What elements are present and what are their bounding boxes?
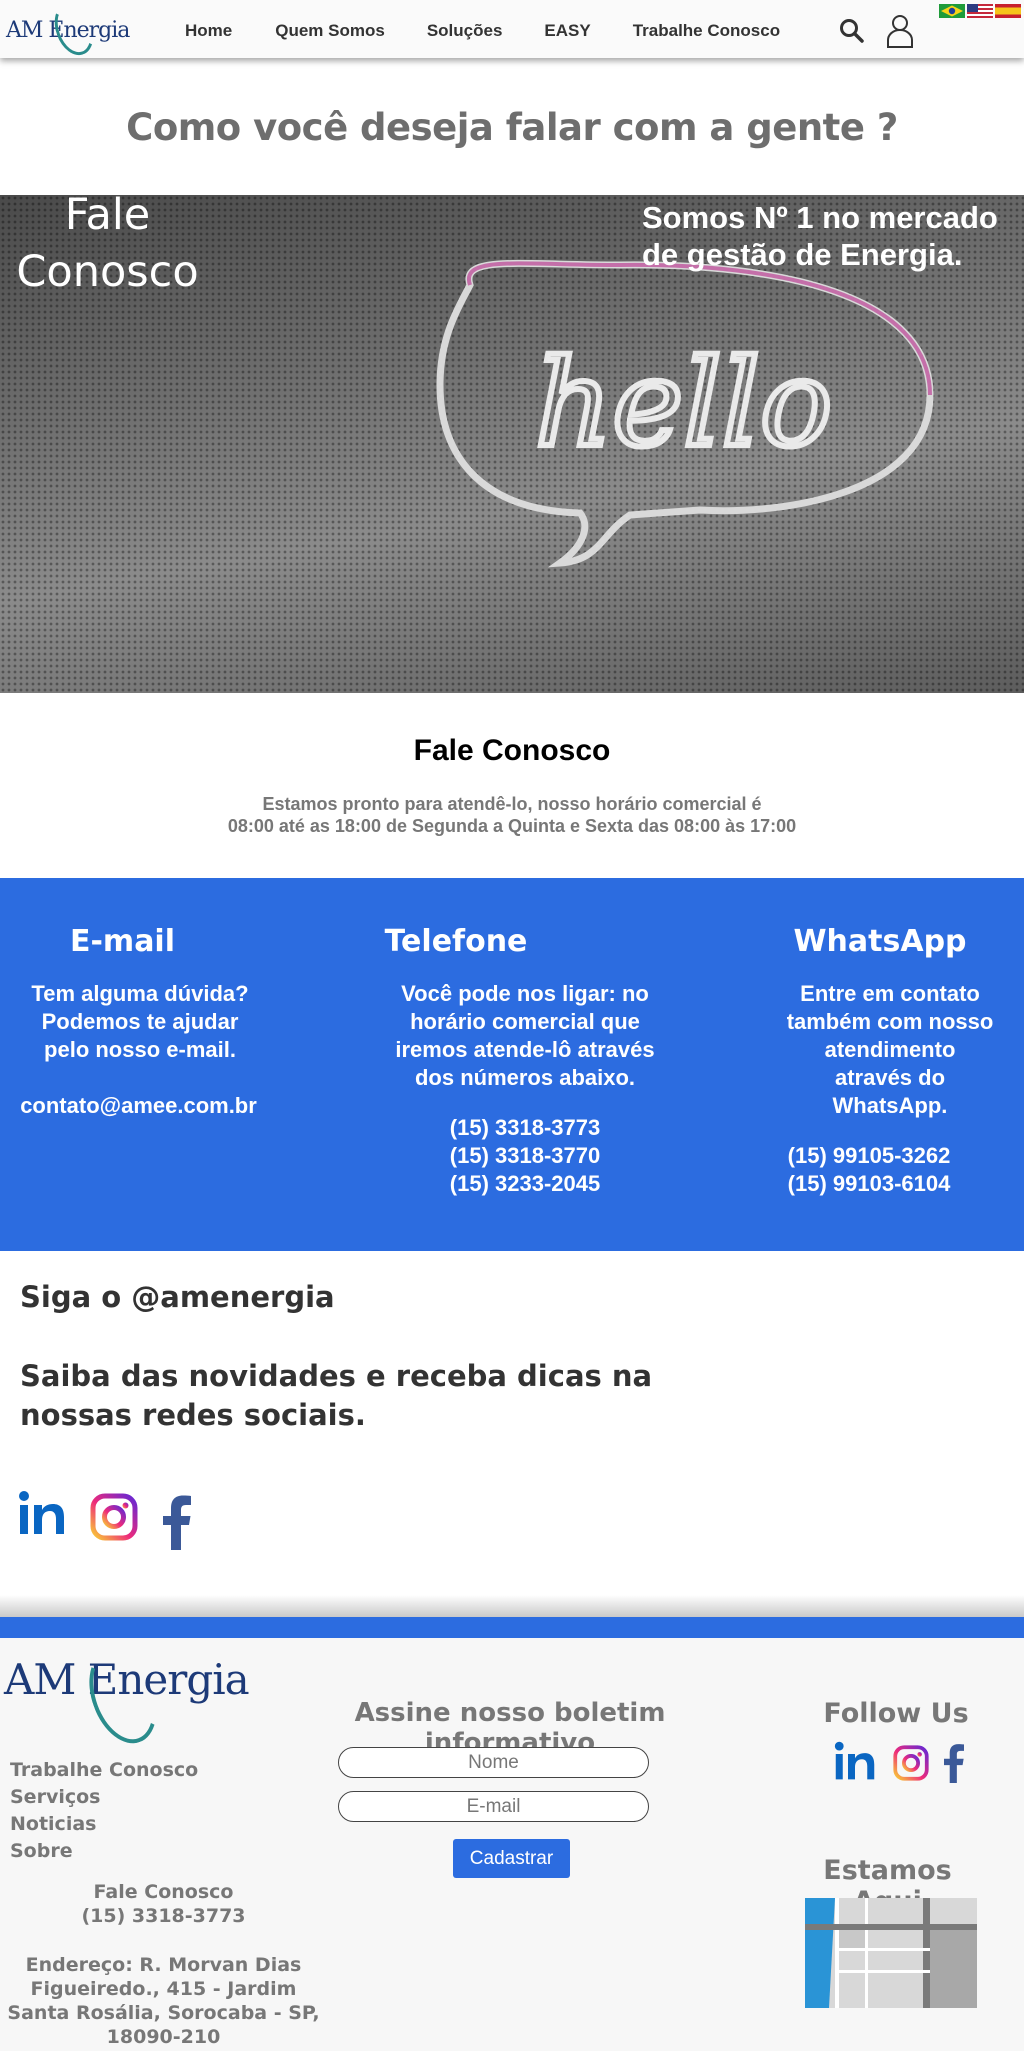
phone-number-3[interactable]: (15) 3233-2045 xyxy=(360,1170,690,1198)
linkedin-icon[interactable] xyxy=(18,1490,66,1541)
footer-accent-bar xyxy=(0,1617,1024,1638)
hero-left-title: Fale Conosco xyxy=(16,195,199,297)
phone-number-1[interactable]: (15) 3318-3773 xyxy=(360,1114,690,1142)
whatsapp-desc-1: Entre em contato xyxy=(800,981,980,1006)
social-handle: Siga o @amenergia xyxy=(20,1280,335,1314)
whatsapp-numbers: (15) 99105-3262 (15) 99103-6104 xyxy=(718,1142,1020,1198)
footer-contact: Fale Conosco (15) 3318-3773 xyxy=(0,1880,327,1928)
contact-hours: Estamos pronto para atendê-lo, nosso hor… xyxy=(0,793,1024,837)
footer-shadow xyxy=(0,1595,1024,1617)
email-desc-2: Podemos te ajudar xyxy=(41,1009,239,1034)
spain-flag-icon[interactable] xyxy=(995,4,1021,18)
hero-right-line-2: de gestão de Energia. xyxy=(642,237,963,272)
contact-hours-line-2: 08:00 até as 18:00 de Segunda a Quinta e… xyxy=(227,816,797,836)
footer-linkedin-icon[interactable] xyxy=(834,1740,876,1787)
footer-address: Endereço: R. Morvan Dias Figueiredo., 41… xyxy=(7,1954,320,2048)
footer-link-servicos[interactable]: Serviços xyxy=(10,1784,198,1811)
usa-flag-icon[interactable] xyxy=(967,4,993,18)
footer-link-trabalhe-conosco[interactable]: Trabalhe Conosco xyxy=(10,1757,198,1784)
whatsapp-number-2[interactable]: (15) 99103-6104 xyxy=(718,1170,1020,1198)
footer-link-noticias[interactable]: Noticias xyxy=(10,1811,198,1838)
phone-desc-3: iremos atende-lô através xyxy=(395,1037,655,1062)
email-column: E-mail Tem alguma dúvida? Podemos te aju… xyxy=(0,924,257,1120)
whatsapp-desc-4: através do xyxy=(834,1065,946,1090)
location-map[interactable] xyxy=(805,1898,977,2008)
footer-logo[interactable]: AM Energia xyxy=(4,1639,250,1753)
phone-desc-1: Você pode nos ligar: no xyxy=(401,981,649,1006)
newsletter-email-input[interactable] xyxy=(338,1791,649,1822)
contact-channels: E-mail Tem alguma dúvida? Podemos te aju… xyxy=(0,878,1024,1251)
nav-easy[interactable]: EASY xyxy=(544,21,590,41)
language-flags xyxy=(939,4,1021,18)
footer-instagram-icon[interactable] xyxy=(893,1745,929,1786)
social-text: Saiba das novidades e receba dicas na no… xyxy=(20,1359,653,1432)
footer-contact-phone[interactable]: (15) 3318-3773 xyxy=(0,1904,327,1928)
contact-title: Fale Conosco xyxy=(413,734,611,767)
hero-banner: hello Fale Conosco Somos Nº 1 no mercado… xyxy=(0,195,1024,693)
nav-trabalhe-conosco[interactable]: Trabalhe Conosco xyxy=(633,21,780,41)
hero-right-title: Somos Nº 1 no mercado de gestão de Energ… xyxy=(642,199,998,273)
whatsapp-desc: Entre em contato também com nosso atendi… xyxy=(760,980,1020,1120)
whatsapp-title: WhatsApp xyxy=(793,924,967,959)
phone-numbers: (15) 3318-3773 (15) 3318-3770 (15) 3233-… xyxy=(360,1114,690,1198)
page: AM Energia Home Quem Somos Soluções EASY… xyxy=(0,0,1024,2051)
whatsapp-column: WhatsApp Entre em contato também com nos… xyxy=(770,924,1020,1198)
footer-links: Trabalhe Conosco Serviços Noticias Sobre xyxy=(10,1757,198,1865)
email-desc: Tem alguma dúvida? Podemos te ajudar pel… xyxy=(30,980,250,1064)
email-address-link[interactable]: contato@amee.com.br xyxy=(0,1092,277,1120)
phone-column: Telefone Você pode nos ligar: no horário… xyxy=(360,924,690,1198)
phone-desc: Você pode nos ligar: no horário comercia… xyxy=(360,980,690,1092)
nav-home[interactable]: Home xyxy=(185,21,232,41)
svg-text:hello: hello xyxy=(535,335,832,474)
whatsapp-desc-5: WhatsApp. xyxy=(832,1093,948,1118)
facebook-icon[interactable] xyxy=(162,1494,192,1555)
top-navbar: AM Energia Home Quem Somos Soluções EASY… xyxy=(0,0,1024,61)
email-title: E-mail xyxy=(69,924,175,959)
newsletter-name-input[interactable] xyxy=(338,1747,649,1778)
follow-us-title: Follow Us xyxy=(823,1698,969,1729)
footer-link-sobre[interactable]: Sobre xyxy=(10,1838,198,1865)
nav-quem-somos[interactable]: Quem Somos xyxy=(275,21,385,41)
instagram-icon[interactable] xyxy=(90,1493,138,1546)
logo-swoosh xyxy=(47,0,101,61)
contact-hours-line-1: Estamos pronto para atendê-lo, nosso hor… xyxy=(262,794,762,814)
footer-facebook-icon[interactable] xyxy=(943,1743,965,1788)
am-energia-logo[interactable]: AM Energia xyxy=(6,0,130,61)
whatsapp-desc-3: atendimento xyxy=(824,1037,956,1062)
page-heading: Como você deseja falar com a gente ? xyxy=(126,106,898,149)
phone-title: Telefone xyxy=(384,924,528,959)
phone-number-2[interactable]: (15) 3318-3770 xyxy=(360,1142,690,1170)
email-desc-1: Tem alguma dúvida? xyxy=(31,981,249,1006)
email-desc-3: pelo nosso e-mail. xyxy=(44,1037,236,1062)
whatsapp-desc-2: também com nosso xyxy=(786,1009,994,1034)
phone-desc-2: horário comercial que xyxy=(410,1009,640,1034)
footer-contact-label[interactable]: Fale Conosco xyxy=(0,1880,327,1904)
brazil-flag-icon[interactable] xyxy=(939,4,965,18)
phone-desc-4: dos números abaixo. xyxy=(414,1065,636,1090)
hero-right-line-1: Somos Nº 1 no mercado xyxy=(642,200,998,235)
main-nav: Home Quem Somos Soluções EASY Trabalhe C… xyxy=(185,21,822,41)
whatsapp-number-1[interactable]: (15) 99105-3262 xyxy=(718,1142,1020,1170)
user-icon[interactable] xyxy=(886,14,914,53)
nav-solucoes[interactable]: Soluções xyxy=(427,21,503,41)
newsletter-submit-button[interactable]: Cadastrar xyxy=(453,1839,570,1878)
search-icon[interactable] xyxy=(839,18,865,49)
